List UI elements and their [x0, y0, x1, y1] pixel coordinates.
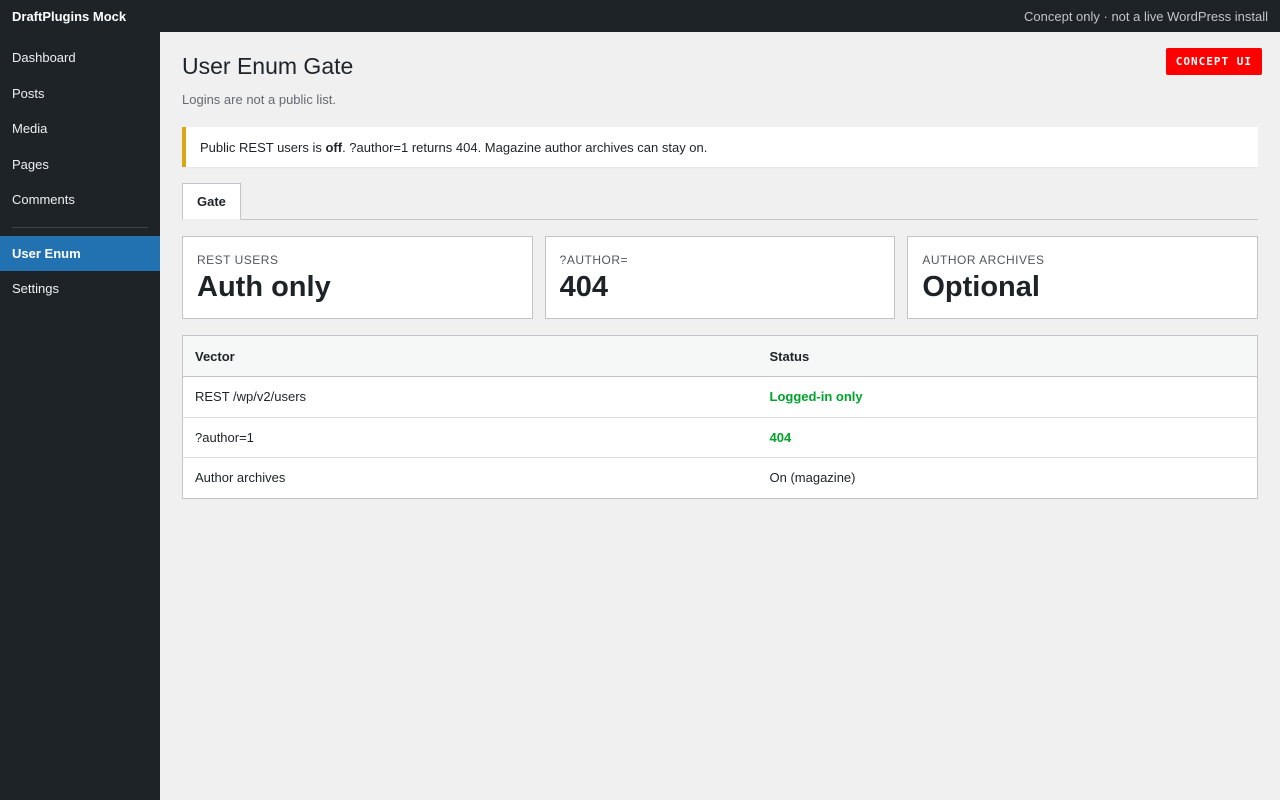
card-author-archives: Author archives Optional [907, 236, 1259, 319]
page-title: User Enum Gate [182, 53, 354, 79]
card-label: REST users [197, 253, 279, 267]
card-label: ?author= [559, 253, 629, 267]
tab-gate[interactable]: Gate [182, 183, 241, 220]
vector-table: Vector Status REST /wp/v2/users Logged-i… [182, 335, 1258, 499]
sidebar-item-media[interactable]: Media [0, 111, 160, 147]
vector-cell: REST /wp/v2/users [182, 376, 758, 418]
sidebar-item-dashboard[interactable]: Dashboard [0, 40, 160, 76]
table-row: ?author=1 404 [182, 417, 1258, 458]
sidebar-item-pages[interactable]: Pages [0, 147, 160, 183]
summary-cards: REST users Auth only ?author= 404 Author… [182, 236, 1259, 319]
admin-sidebar: Dashboard Posts Media Pages Comments Use… [0, 32, 160, 800]
column-header-status: Status [757, 335, 1258, 377]
status-notice: Public REST users is off. ?author=1 retu… [182, 127, 1258, 167]
table-header-row: Vector Status [182, 335, 1258, 377]
table-row: Author archives On (magazine) [183, 458, 1258, 499]
status-cell: 404 [757, 417, 1258, 458]
sidebar-item-settings[interactable]: Settings [0, 271, 160, 307]
site-brand[interactable]: DraftPlugins Mock [12, 9, 126, 24]
table-row: REST /wp/v2/users Logged-in only [182, 376, 1258, 418]
column-header-vector: Vector [182, 335, 758, 377]
notice-emphasis: off [325, 139, 343, 155]
tab-bar: Gate [182, 183, 1258, 220]
notice-suffix: . ?author=1 returns 404. Magazine author… [342, 139, 708, 155]
card-value: 404 [559, 271, 609, 303]
concept-badge: CONCEPT UI [1165, 48, 1262, 75]
status-cell: Logged-in only [757, 376, 1258, 418]
card-author-query: ?author= 404 [544, 236, 896, 319]
concept-note: Concept only · not a live WordPress inst… [1024, 8, 1268, 24]
vector-cell: Author archives [195, 470, 286, 486]
admin-bar: DraftPlugins Mock Concept only · not a l… [0, 0, 1280, 32]
status-cell: On (magazine) [769, 470, 856, 486]
card-value: Auth only [197, 271, 331, 303]
sidebar-divider [12, 226, 148, 228]
sidebar-item-comments[interactable]: Comments [0, 182, 160, 218]
main-content: User Enum Gate Logins are not a public l… [160, 32, 1280, 800]
notice-prefix: Public REST users is [200, 139, 326, 155]
page-subtitle: Logins are not a public list. [182, 92, 336, 107]
card-label: Author archives [922, 253, 1045, 267]
card-rest-users: REST users Auth only [182, 236, 533, 319]
card-value: Optional [922, 271, 1040, 303]
sidebar-item-posts[interactable]: Posts [0, 76, 160, 112]
vector-cell: ?author=1 [182, 417, 758, 458]
sidebar-item-user-enum[interactable]: User Enum [0, 235, 160, 271]
